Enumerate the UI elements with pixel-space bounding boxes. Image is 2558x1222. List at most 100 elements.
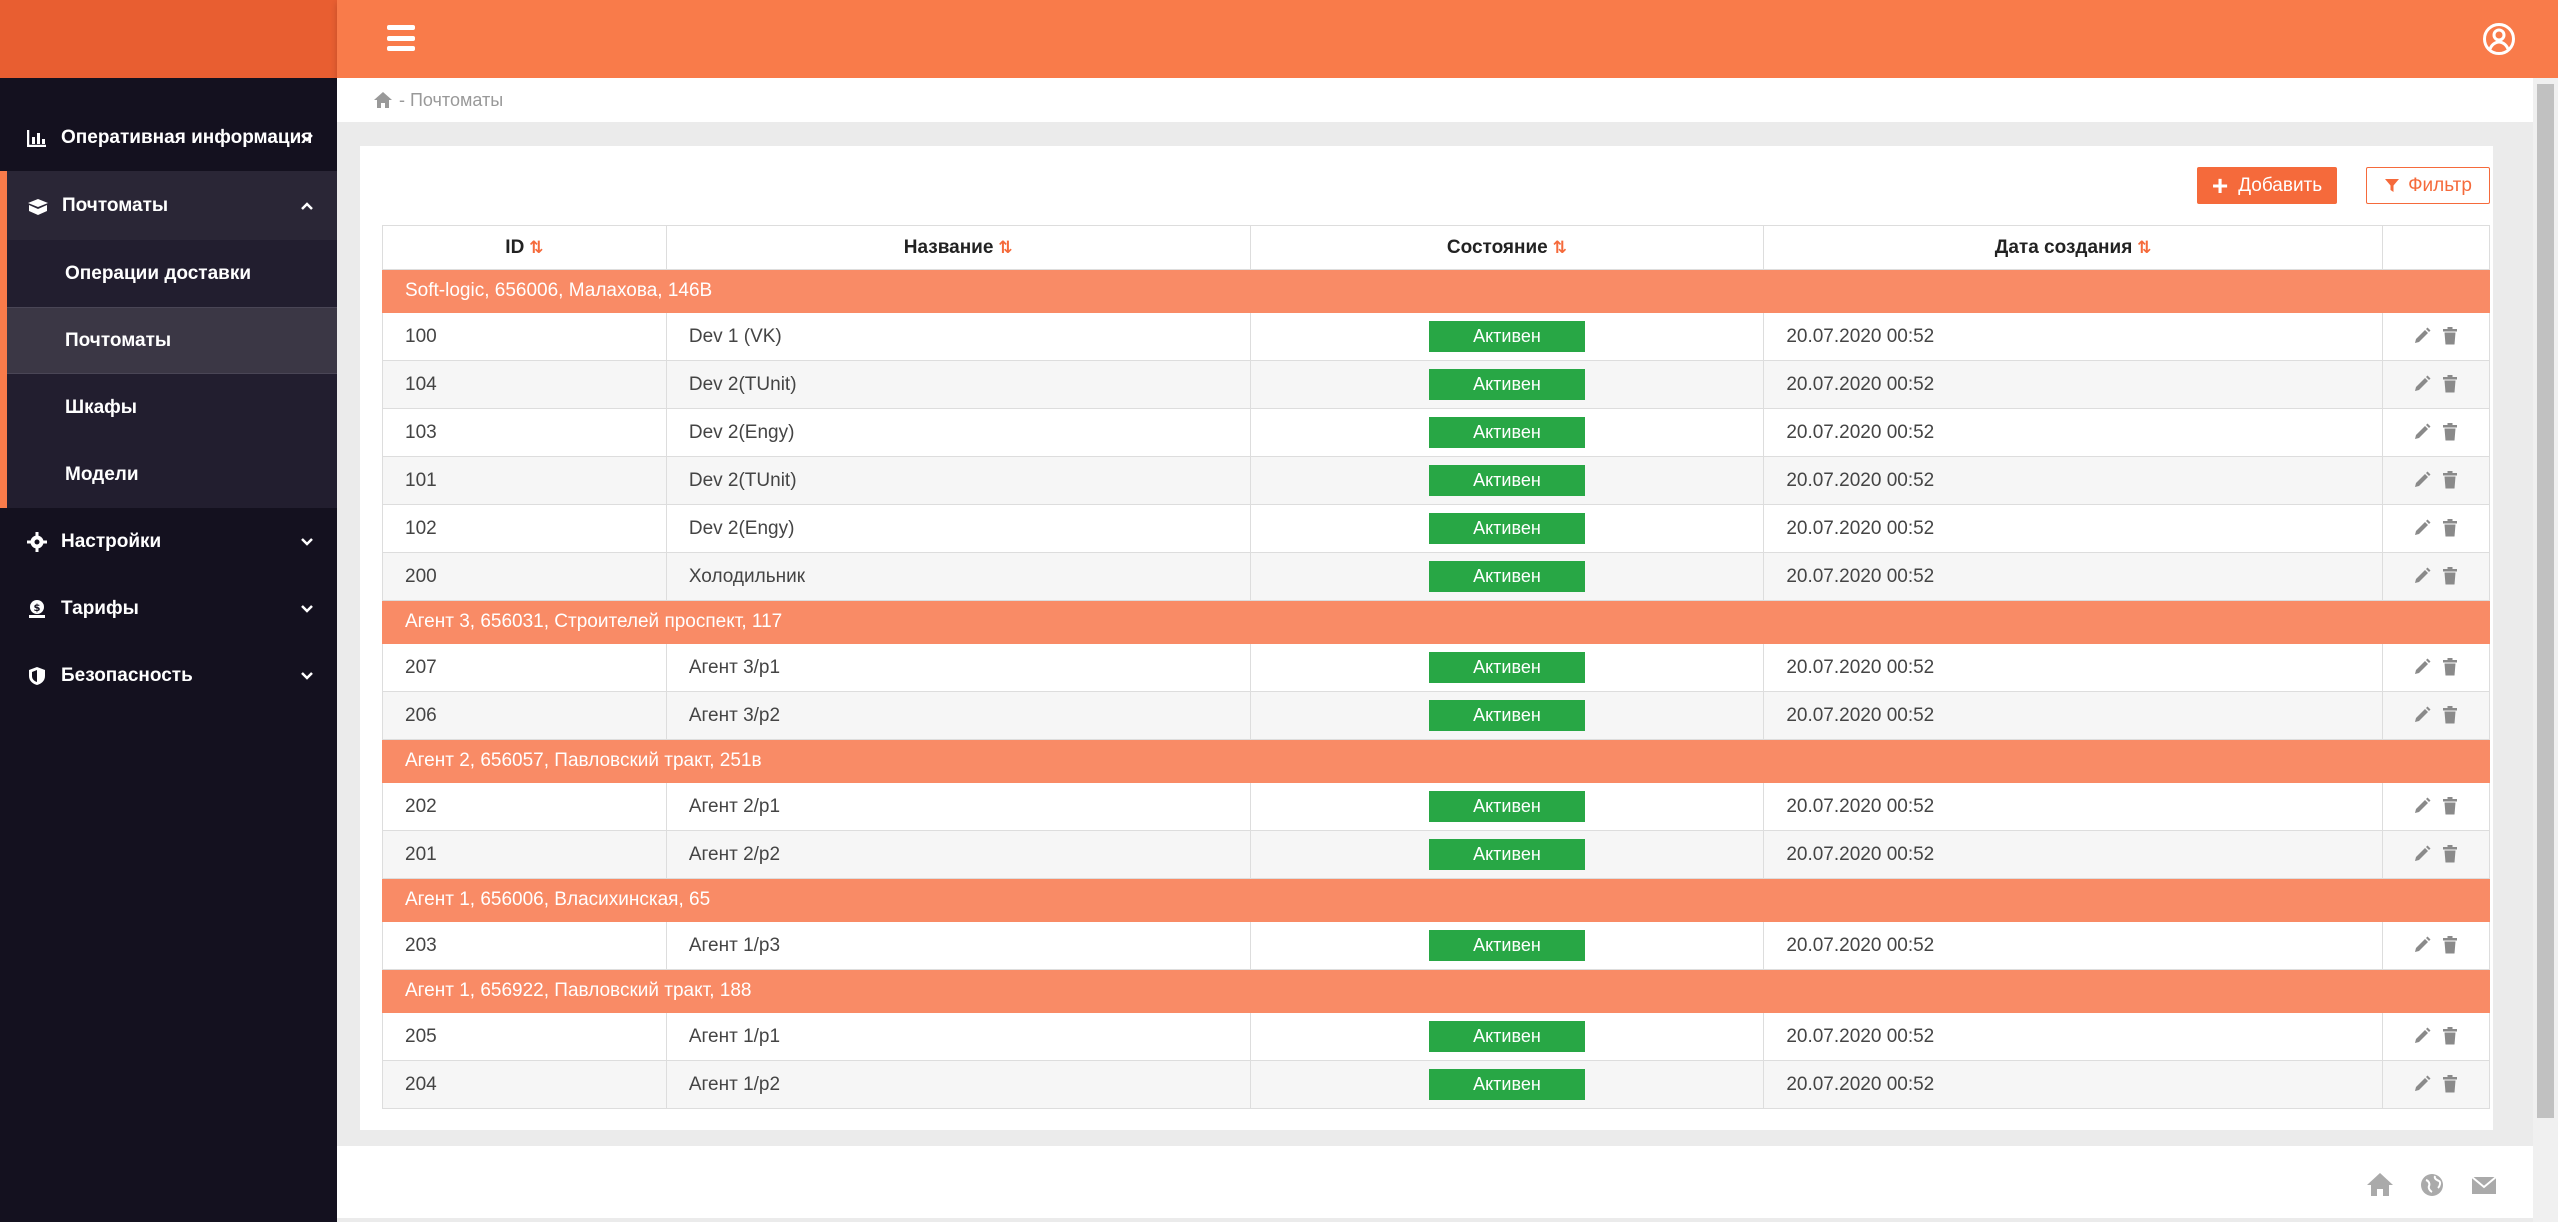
edit-icon[interactable] xyxy=(2412,1074,2432,1094)
sidebar-subitem-cabinets[interactable]: Шкафы xyxy=(7,374,337,441)
table-row[interactable]: 104 Dev 2(TUnit) Активен 20.07.2020 00:52 xyxy=(382,360,2490,409)
cell-status: Активен xyxy=(1249,360,1765,409)
edit-icon[interactable] xyxy=(2412,374,2432,394)
sidebar-group-postamats: Почтоматы Операции доставки Почтоматы Шк… xyxy=(0,171,337,508)
sort-icon[interactable]: ⇅ xyxy=(1553,238,1567,257)
edit-icon[interactable] xyxy=(2412,470,2432,490)
cell-actions xyxy=(2382,312,2490,361)
trash-icon[interactable] xyxy=(2440,518,2460,538)
sort-icon[interactable]: ⇅ xyxy=(2137,238,2151,257)
table-row[interactable]: 202 Агент 2/p1 Активен 20.07.2020 00:52 xyxy=(382,782,2490,831)
sidebar-subitem-delivery-ops[interactable]: Операции доставки xyxy=(7,240,337,307)
sidebar-item-operational-info[interactable]: Оперативная информация xyxy=(0,104,337,171)
edit-icon[interactable] xyxy=(2412,935,2432,955)
edit-icon[interactable] xyxy=(2412,326,2432,346)
table-row[interactable]: 201 Агент 2/p2 Активен 20.07.2020 00:52 xyxy=(382,830,2490,879)
cell-status: Активен xyxy=(1249,830,1765,879)
sort-icon[interactable]: ⇅ xyxy=(998,238,1012,257)
cell-id: 102 xyxy=(382,504,667,553)
filter-button-label: Фильтр xyxy=(2408,174,2472,196)
sidebar-item-security[interactable]: Безопасность xyxy=(0,642,337,709)
table-row[interactable]: 103 Dev 2(Engy) Активен 20.07.2020 00:52 xyxy=(382,408,2490,457)
footer-icons xyxy=(2365,1170,2499,1200)
mail-icon[interactable] xyxy=(2469,1170,2499,1200)
trash-icon[interactable] xyxy=(2440,657,2460,677)
table-row[interactable]: 205 Агент 1/p1 Активен 20.07.2020 00:52 xyxy=(382,1012,2490,1061)
trash-icon[interactable] xyxy=(2440,796,2460,816)
sidebar-item-tariffs[interactable]: $ Тарифы xyxy=(0,575,337,642)
globe-icon[interactable] xyxy=(2417,1170,2447,1200)
column-header-id[interactable]: ID ⇅ xyxy=(382,225,667,270)
sort-icon[interactable]: ⇅ xyxy=(529,238,543,257)
sidebar-item-label: Тарифы xyxy=(61,597,139,619)
table-row[interactable]: 102 Dev 2(Engy) Активен 20.07.2020 00:52 xyxy=(382,504,2490,553)
edit-icon[interactable] xyxy=(2412,422,2432,442)
column-header-status[interactable]: Состояние ⇅ xyxy=(1249,225,1765,270)
add-button-label: Добавить xyxy=(2238,174,2323,196)
cell-name: Агент 1/p2 xyxy=(665,1060,1251,1109)
cell-id: 205 xyxy=(382,1012,667,1061)
hamburger-icon[interactable] xyxy=(387,25,415,51)
edit-icon[interactable] xyxy=(2412,657,2432,677)
group-title: Soft-logic, 656006, Малахова, 146В xyxy=(382,269,2490,313)
table-row[interactable]: 100 Dev 1 (VK) Активен 20.07.2020 00:52 xyxy=(382,312,2490,361)
sidebar-item-label: Настройки xyxy=(61,530,162,552)
sidebar-subitem-postamats[interactable]: Почтоматы xyxy=(7,307,337,374)
edit-icon[interactable] xyxy=(2412,566,2432,586)
trash-icon[interactable] xyxy=(2440,374,2460,394)
vertical-scrollbar[interactable] xyxy=(2533,78,2558,1222)
cell-created: 20.07.2020 00:52 xyxy=(1763,456,2384,505)
trash-icon[interactable] xyxy=(2440,935,2460,955)
cell-created: 20.07.2020 00:52 xyxy=(1763,782,2384,831)
edit-icon[interactable] xyxy=(2412,705,2432,725)
status-badge: Активен xyxy=(1428,561,1585,592)
table-row[interactable]: 204 Агент 1/p2 Активен 20.07.2020 00:52 xyxy=(382,1060,2490,1109)
table-row[interactable]: 203 Агент 1/p3 Активен 20.07.2020 00:52 xyxy=(382,921,2490,970)
sidebar-item-postamats[interactable]: Почтоматы xyxy=(7,171,337,240)
filter-button[interactable]: Фильтр xyxy=(2366,167,2490,204)
cell-status: Активен xyxy=(1249,408,1765,457)
table-row[interactable]: 206 Агент 3/p2 Активен 20.07.2020 00:52 xyxy=(382,691,2490,740)
status-badge: Активен xyxy=(1428,1021,1585,1052)
header-label: Состояние xyxy=(1446,236,1548,258)
group-title: Агент 3, 656031, Строителей проспект, 11… xyxy=(382,600,2490,644)
sidebar-subitem-models[interactable]: Модели xyxy=(7,441,337,508)
chevron-down-icon xyxy=(301,604,313,613)
sidebar-menu: Оперативная информация Почтоматы Операци… xyxy=(0,104,337,709)
trash-icon[interactable] xyxy=(2440,422,2460,442)
trash-icon[interactable] xyxy=(2440,1074,2460,1094)
trash-icon[interactable] xyxy=(2440,470,2460,490)
trash-icon[interactable] xyxy=(2440,566,2460,586)
home-icon[interactable] xyxy=(2365,1170,2395,1200)
home-icon[interactable] xyxy=(373,91,393,109)
cell-status: Активен xyxy=(1249,691,1765,740)
scrollbar-thumb[interactable] xyxy=(2537,84,2554,1118)
cell-created: 20.07.2020 00:52 xyxy=(1763,552,2384,601)
sidebar-item-settings[interactable]: Настройки xyxy=(0,508,337,575)
user-circle-icon[interactable] xyxy=(2482,22,2516,56)
add-button[interactable]: + Добавить xyxy=(2197,167,2337,204)
shield-icon xyxy=(26,665,48,687)
table-row[interactable]: 101 Dev 2(TUnit) Активен 20.07.2020 00:52 xyxy=(382,456,2490,505)
column-header-name[interactable]: Название ⇅ xyxy=(665,225,1251,270)
edit-icon[interactable] xyxy=(2412,796,2432,816)
table-row[interactable]: 207 Агент 3/p1 Активен 20.07.2020 00:52 xyxy=(382,643,2490,692)
cell-name: Dev 2(Engy) xyxy=(665,504,1251,553)
table-row[interactable]: 200 Холодильник Активен 20.07.2020 00:52 xyxy=(382,552,2490,601)
column-header-actions xyxy=(2382,225,2490,270)
group-title: Агент 1, 656006, Власихинская, 65 xyxy=(382,878,2490,922)
sidebar-item-label: Почтоматы xyxy=(62,194,169,216)
trash-icon[interactable] xyxy=(2440,705,2460,725)
edit-icon[interactable] xyxy=(2412,1026,2432,1046)
cell-created: 20.07.2020 00:52 xyxy=(1763,1012,2384,1061)
cell-actions xyxy=(2382,504,2490,553)
edit-icon[interactable] xyxy=(2412,844,2432,864)
cell-actions xyxy=(2382,408,2490,457)
trash-icon[interactable] xyxy=(2440,844,2460,864)
column-header-created[interactable]: Дата создания ⇅ xyxy=(1763,225,2384,270)
edit-icon[interactable] xyxy=(2412,518,2432,538)
trash-icon[interactable] xyxy=(2440,1026,2460,1046)
cell-id: 206 xyxy=(382,691,667,740)
trash-icon[interactable] xyxy=(2440,326,2460,346)
cell-status: Активен xyxy=(1249,504,1765,553)
